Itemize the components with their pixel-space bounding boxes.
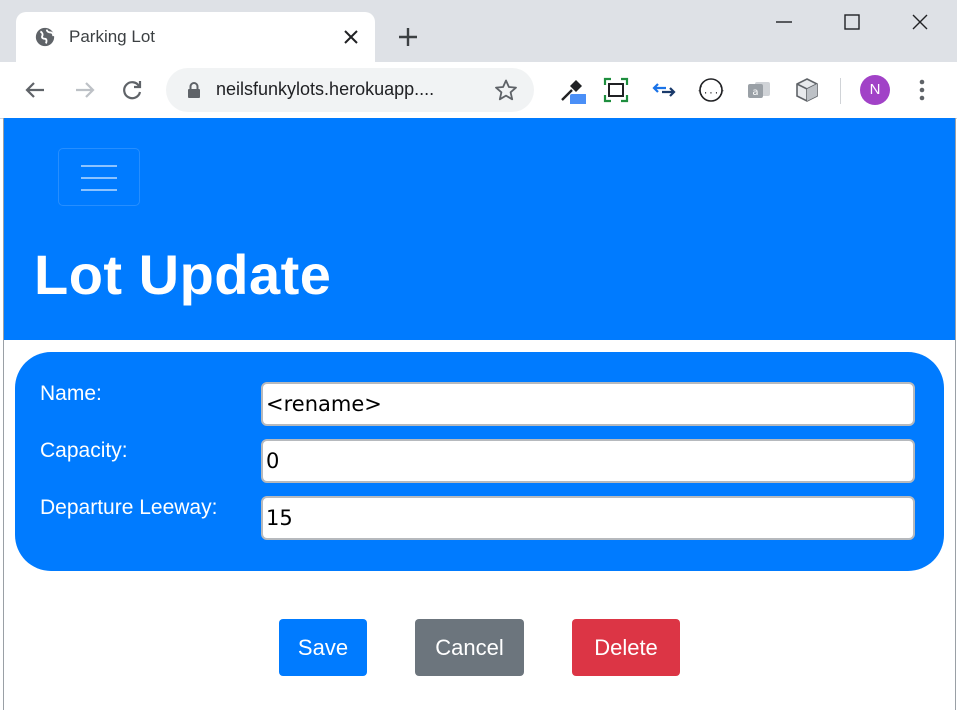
forward-arrow-icon[interactable]	[70, 76, 98, 104]
svg-text:a: a	[752, 87, 758, 98]
hamburger-icon	[81, 177, 117, 179]
cancel-button[interactable]: Cancel	[415, 619, 524, 676]
delete-button[interactable]: Delete	[572, 619, 680, 676]
translate-extension-icon[interactable]: a	[745, 76, 773, 104]
navbar-toggler[interactable]	[58, 148, 140, 206]
swap-arrows-extension-icon[interactable]	[650, 76, 678, 104]
hamburger-icon	[81, 189, 117, 191]
save-button[interactable]: Save	[279, 619, 367, 676]
capacity-label: Capacity:	[40, 439, 128, 462]
json-viewer-extension-icon[interactable]: {...}	[697, 76, 725, 104]
lock-icon[interactable]	[186, 81, 202, 99]
eyedropper-extension-icon[interactable]	[558, 76, 586, 104]
page-title: Lot Update	[34, 243, 332, 306]
url-text[interactable]: neilsfunkylots.herokuapp....	[216, 79, 434, 100]
minimize-icon[interactable]	[772, 10, 796, 34]
capacity-input[interactable]	[261, 439, 915, 483]
hamburger-icon	[81, 165, 117, 167]
svg-text:{...}: {...}	[697, 87, 724, 97]
maximize-icon[interactable]	[840, 10, 864, 34]
browser-toolbar: neilsfunkylots.herokuapp.... {...} a N	[0, 62, 957, 119]
bookmark-star-icon[interactable]	[494, 78, 518, 102]
globe-icon	[35, 27, 55, 47]
name-label: Name:	[40, 382, 102, 405]
address-bar[interactable]: neilsfunkylots.herokuapp....	[166, 68, 534, 112]
reload-icon[interactable]	[118, 76, 146, 104]
toolbar-divider	[840, 78, 841, 104]
tab-strip: Parking Lot	[0, 0, 957, 62]
back-arrow-icon[interactable]	[22, 76, 50, 104]
page-header: Lot Update	[4, 118, 955, 340]
screenshot-extension-icon[interactable]	[602, 76, 630, 104]
departure-leeway-input[interactable]	[261, 496, 915, 540]
tab-title: Parking Lot	[69, 27, 155, 46]
name-input[interactable]	[261, 382, 915, 426]
close-tab-icon[interactable]	[342, 28, 360, 46]
page-viewport: Lot Update Name: Capacity: Departure Lee…	[3, 118, 956, 710]
departure-leeway-label: Departure Leeway:	[40, 496, 218, 519]
close-window-icon[interactable]	[908, 10, 932, 34]
lot-form: Name: Capacity: Departure Leeway:	[15, 352, 944, 571]
profile-avatar[interactable]: N	[860, 75, 890, 105]
cube-extension-icon[interactable]	[793, 76, 821, 104]
more-menu-icon[interactable]	[908, 76, 936, 104]
browser-tab[interactable]: Parking Lot	[16, 12, 375, 62]
new-tab-icon[interactable]	[396, 25, 420, 49]
